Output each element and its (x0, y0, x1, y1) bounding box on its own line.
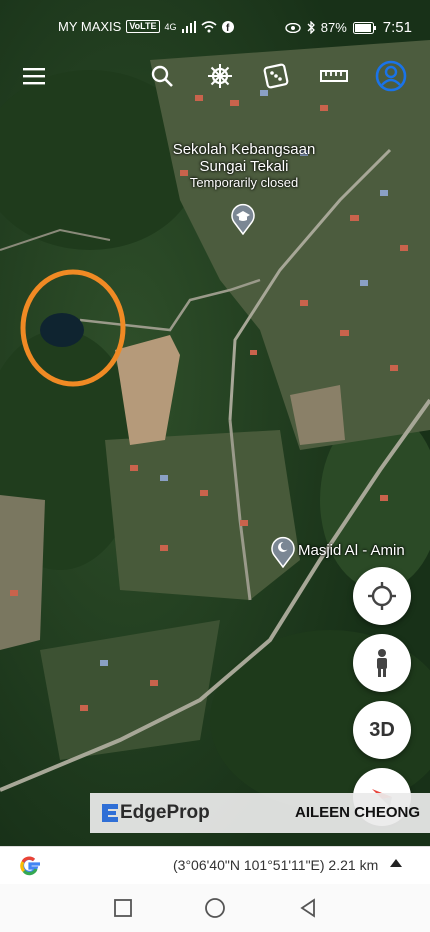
wifi-icon (201, 20, 217, 32)
3d-label: 3D (369, 718, 395, 741)
mosque-label[interactable]: Masjid Al - Amin (298, 542, 405, 559)
agent-name: AILEEN CHEONG (294, 804, 420, 821)
carrier-info: MY MAXIS VoLTE 4G f (58, 19, 234, 34)
feeling-lucky-button[interactable] (258, 58, 294, 94)
volte-badge: VoLTE (126, 20, 160, 33)
eye-icon (285, 22, 301, 33)
voyager-button[interactable] (202, 58, 238, 94)
my-location-button[interactable] (353, 567, 411, 625)
watermark-banner: Edge Prop AILEEN CHEONG (90, 793, 430, 833)
recents-button[interactable] (109, 894, 137, 922)
signal-icon (181, 20, 196, 33)
google-logo-icon (16, 852, 44, 887)
school-name-line2: Sungai Tekali (199, 158, 289, 175)
school-name-line1: Sekolah Kebangsaan (172, 141, 316, 158)
battery-percent: 87% (320, 20, 347, 35)
school-pin-icon[interactable] (230, 203, 256, 235)
home-button[interactable] (201, 894, 229, 922)
brand-edge: Edge (120, 802, 167, 823)
search-icon (151, 65, 173, 87)
edgeprop-mark-icon (102, 804, 118, 822)
account-button[interactable] (373, 58, 409, 94)
battery-icon (352, 21, 376, 34)
mosque-pin-icon[interactable] (270, 536, 296, 568)
crosshair-icon (368, 582, 396, 610)
bluetooth-icon (307, 21, 315, 34)
dice-icon (263, 63, 289, 89)
back-button[interactable] (294, 894, 322, 922)
square-icon (114, 899, 132, 917)
expand-caret-icon[interactable] (390, 859, 402, 867)
coordinates-readout: (3°06'40"N 101°51'11"E) 2.21 km (173, 857, 379, 873)
brand-prop: Prop (166, 802, 210, 823)
network-type: 4G (164, 21, 177, 32)
school-label[interactable]: Sekolah Kebangsaan Sungai Tekali Tempora… (160, 141, 328, 190)
ship-wheel-icon (208, 64, 232, 88)
circle-icon (205, 898, 225, 918)
facebook-icon: f (221, 20, 234, 33)
system-nav-bar (0, 884, 430, 932)
menu-icon (23, 68, 45, 85)
street-view-button[interactable] (353, 634, 411, 692)
account-icon (375, 60, 407, 92)
search-button[interactable] (144, 58, 180, 94)
ruler-icon (320, 70, 348, 82)
measure-button[interactable] (316, 58, 352, 94)
school-status: Temporarily closed (189, 175, 299, 190)
status-bar: MY MAXIS VoLTE 4G f 87% 7:51 (0, 0, 430, 52)
3d-toggle-button[interactable]: 3D (353, 701, 411, 759)
status-right: 87% 7:51 (285, 19, 412, 36)
map-toolbar (0, 58, 430, 98)
bottom-info-bar[interactable]: (3°06'40"N 101°51'11"E) 2.21 km (0, 846, 430, 885)
edgeprop-logo: Edge Prop (100, 802, 210, 824)
menu-button[interactable] (16, 58, 52, 94)
clock: 7:51 (382, 19, 412, 36)
carrier-name: MY MAXIS (58, 19, 122, 34)
triangle-back-icon (300, 898, 315, 918)
pegman-icon (377, 649, 387, 677)
